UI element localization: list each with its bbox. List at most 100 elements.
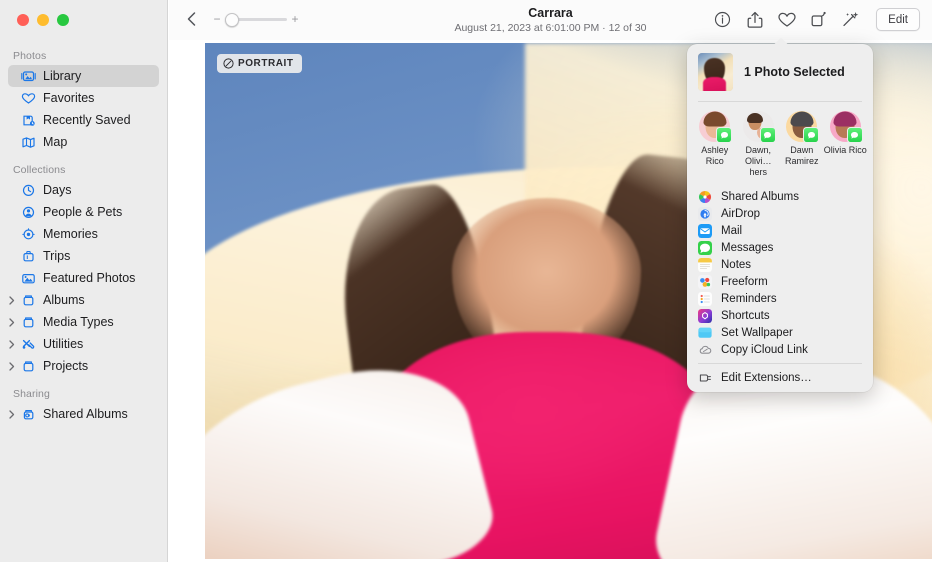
contact-name-line1: Olivia Rico bbox=[824, 145, 867, 156]
photos-window: Photos Library Favorites bbox=[0, 0, 932, 562]
chevron-right-icon[interactable] bbox=[9, 318, 20, 327]
sidebar-item-media-types[interactable]: Media Types bbox=[8, 311, 159, 333]
notes-icon bbox=[698, 258, 712, 272]
sidebar-item-days[interactable]: Days bbox=[8, 179, 159, 201]
sidebar-item-label: Media Types bbox=[43, 316, 114, 329]
aperture-icon bbox=[223, 58, 234, 69]
sidebar-item-label: Days bbox=[43, 184, 71, 197]
sidebar-item-trips[interactable]: Trips bbox=[8, 245, 159, 267]
menu-item-airdrop[interactable]: AirDrop bbox=[687, 205, 873, 222]
person-icon bbox=[20, 205, 37, 220]
shared-album-icon bbox=[20, 407, 37, 422]
album-icon bbox=[20, 359, 37, 374]
menu-item-label: Freeform bbox=[721, 276, 768, 288]
zoom-slider-track[interactable] bbox=[225, 18, 287, 21]
sidebar-item-recently-saved[interactable]: Recently Saved bbox=[8, 109, 159, 131]
sidebar-item-memories[interactable]: Memories bbox=[8, 223, 159, 245]
menu-item-shared-albums[interactable]: Shared Albums bbox=[687, 188, 873, 205]
menu-item-shortcuts[interactable]: Shortcuts bbox=[687, 307, 873, 324]
menu-item-label: AirDrop bbox=[721, 208, 760, 220]
avatar-wrap bbox=[786, 111, 817, 142]
heart-icon[interactable] bbox=[777, 9, 796, 30]
menu-item-label: Copy iCloud Link bbox=[721, 344, 808, 356]
edit-extensions-icon bbox=[698, 371, 712, 385]
map-icon bbox=[20, 135, 37, 150]
chevron-right-icon[interactable] bbox=[9, 410, 20, 419]
menu-item-messages[interactable]: Messages bbox=[687, 239, 873, 256]
reminders-icon bbox=[698, 292, 712, 306]
sidebar-group-sharing-title: Sharing bbox=[0, 377, 167, 403]
sidebar-item-shared-albums[interactable]: Shared Albums bbox=[8, 403, 159, 425]
shared-albums-icon bbox=[698, 190, 712, 204]
chevron-left-icon[interactable] bbox=[185, 11, 199, 27]
contact-dawn-olivia-others[interactable]: Dawn, Olivi…hers bbox=[737, 111, 781, 178]
chevron-right-icon[interactable] bbox=[9, 296, 20, 305]
sidebar-item-label: Map bbox=[43, 136, 67, 149]
selected-photo-thumbnail bbox=[698, 53, 733, 91]
avatar-wrap bbox=[830, 111, 861, 142]
messages-badge-icon bbox=[760, 127, 776, 143]
zoom-slider-control[interactable]: − + bbox=[213, 13, 299, 25]
zoom-in-label[interactable]: + bbox=[291, 13, 299, 25]
minimize-button[interactable] bbox=[37, 14, 49, 26]
freeform-icon bbox=[698, 275, 712, 289]
airdrop-icon bbox=[698, 207, 712, 221]
zoom-out-label[interactable]: − bbox=[213, 13, 221, 25]
window-traffic-lights bbox=[17, 14, 69, 26]
menu-item-copy-icloud-link[interactable]: Copy iCloud Link bbox=[687, 341, 873, 358]
rotate-icon[interactable] bbox=[809, 9, 828, 30]
share-menu: Shared Albums AirDrop Mail Messages bbox=[687, 184, 873, 386]
menu-item-label: Mail bbox=[721, 225, 742, 237]
messages-badge-icon bbox=[803, 127, 819, 143]
menu-item-label: Set Wallpaper bbox=[721, 327, 793, 339]
sidebar-item-label: People & Pets bbox=[43, 206, 122, 219]
sidebar-item-label: Featured Photos bbox=[43, 272, 135, 285]
menu-item-reminders[interactable]: Reminders bbox=[687, 290, 873, 307]
menu-item-set-wallpaper[interactable]: Set Wallpaper bbox=[687, 324, 873, 341]
contact-olivia-rico[interactable]: Olivia Rico bbox=[824, 111, 868, 178]
zoom-button[interactable] bbox=[57, 14, 69, 26]
sidebar-item-label: Recently Saved bbox=[43, 114, 131, 127]
messages-badge-icon bbox=[716, 127, 732, 143]
avatar-wrap bbox=[743, 111, 774, 142]
messages-badge-icon bbox=[847, 127, 863, 143]
messages-icon bbox=[698, 241, 712, 255]
menu-item-freeform[interactable]: Freeform bbox=[687, 273, 873, 290]
share-icon[interactable] bbox=[745, 9, 764, 30]
contact-name-line1: Dawn, bbox=[745, 145, 771, 156]
selection-count-label: 1 Photo Selected bbox=[744, 65, 845, 79]
sidebar-item-people-and-pets[interactable]: People & Pets bbox=[8, 201, 159, 223]
avatar-wrap bbox=[699, 111, 730, 142]
portrait-badge[interactable]: PORTRAIT bbox=[217, 54, 302, 73]
enhance-icon[interactable] bbox=[841, 9, 860, 30]
menu-item-label: Reminders bbox=[721, 293, 777, 305]
sidebar-item-utilities[interactable]: Utilities bbox=[8, 333, 159, 355]
close-button[interactable] bbox=[17, 14, 29, 26]
sidebar-group-collections-title: Collections bbox=[0, 153, 167, 179]
contact-name-line2: Olivi…hers bbox=[737, 156, 781, 178]
chevron-right-icon[interactable] bbox=[9, 362, 20, 371]
sidebar-item-label: Trips bbox=[43, 250, 70, 263]
zoom-slider-knob[interactable] bbox=[225, 13, 239, 27]
menu-item-edit-extensions[interactable]: Edit Extensions… bbox=[687, 369, 873, 386]
menu-item-mail[interactable]: Mail bbox=[687, 222, 873, 239]
sidebar-item-label: Shared Albums bbox=[43, 408, 128, 421]
sidebar-item-favorites[interactable]: Favorites bbox=[8, 87, 159, 109]
sidebar-item-projects[interactable]: Projects bbox=[8, 355, 159, 377]
sidebar-item-label: Projects bbox=[43, 360, 88, 373]
sidebar-item-library[interactable]: Library bbox=[8, 65, 159, 87]
contact-ashley-rico[interactable]: Ashley Rico bbox=[693, 111, 737, 178]
contact-dawn-ramirez[interactable]: Dawn Ramirez bbox=[780, 111, 824, 178]
album-icon bbox=[20, 293, 37, 308]
edit-button[interactable]: Edit bbox=[876, 8, 920, 31]
toolbar-actions: Edit bbox=[713, 8, 920, 31]
menu-divider bbox=[698, 363, 862, 364]
sidebar-scroll[interactable]: Photos Library Favorites bbox=[0, 44, 167, 562]
info-icon[interactable] bbox=[713, 9, 732, 30]
sidebar-item-featured-photos[interactable]: Featured Photos bbox=[8, 267, 159, 289]
menu-item-notes[interactable]: Notes bbox=[687, 256, 873, 273]
chevron-right-icon[interactable] bbox=[9, 340, 20, 349]
sidebar-item-albums[interactable]: Albums bbox=[8, 289, 159, 311]
sidebar-item-map[interactable]: Map bbox=[8, 131, 159, 153]
sidebar-group-photos-title: Photos bbox=[0, 44, 167, 65]
